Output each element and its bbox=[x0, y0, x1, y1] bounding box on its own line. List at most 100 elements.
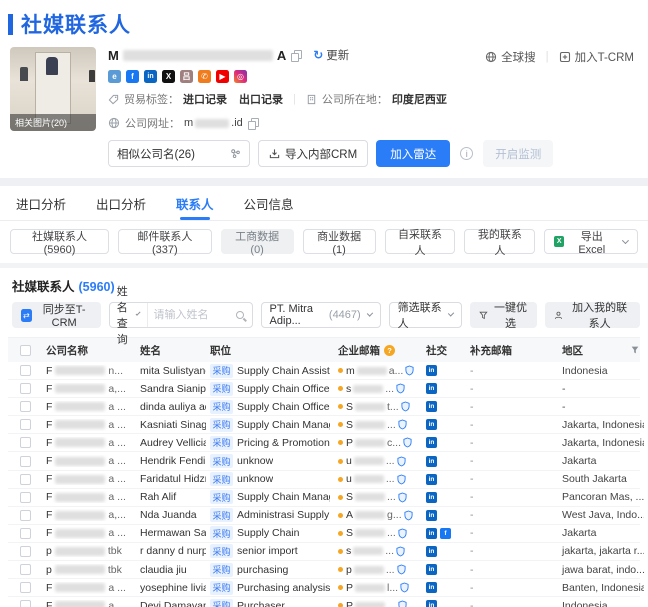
x-icon[interactable]: X bbox=[162, 70, 175, 83]
linkedin-icon[interactable] bbox=[426, 473, 437, 485]
row-checkbox[interactable] bbox=[19, 491, 31, 503]
export-excel-button[interactable]: X 导出 Excel bbox=[544, 229, 638, 256]
linkedin-icon[interactable] bbox=[426, 509, 437, 521]
contact-source-button[interactable]: 商业数据(1) bbox=[302, 229, 376, 256]
site-prefix[interactable]: m bbox=[184, 117, 193, 129]
one-click-optimize-button[interactable]: 一键优选 bbox=[469, 302, 538, 330]
phone-icon[interactable]: ✆ bbox=[198, 70, 211, 83]
help-icon[interactable]: ? bbox=[384, 344, 395, 356]
verified-shield-icon[interactable] bbox=[396, 546, 405, 557]
row-checkbox[interactable] bbox=[19, 509, 31, 521]
name-search-input[interactable] bbox=[147, 309, 236, 321]
verified-shield-icon[interactable] bbox=[401, 401, 410, 412]
verified-shield-icon[interactable] bbox=[398, 419, 407, 430]
row-checkbox[interactable] bbox=[19, 365, 31, 377]
verified-shield-icon[interactable] bbox=[404, 510, 413, 521]
row-checkbox[interactable] bbox=[19, 437, 31, 449]
contact-source-button[interactable]: 自采联系人 bbox=[384, 229, 456, 257]
linkedin-icon[interactable] bbox=[426, 455, 437, 467]
import-crm-button[interactable]: 导入内部CRM bbox=[258, 140, 369, 167]
row-checkbox[interactable] bbox=[19, 419, 31, 431]
linkedin-icon[interactable] bbox=[426, 564, 437, 576]
select-all-checkbox[interactable] bbox=[19, 344, 31, 356]
linkedin-icon[interactable] bbox=[426, 401, 437, 413]
linkedin-icon[interactable] bbox=[426, 383, 437, 395]
youtube-icon[interactable]: ▶ bbox=[216, 70, 229, 83]
contact-source-button[interactable]: 我的联系人 bbox=[464, 229, 536, 257]
company-filter-select[interactable]: PT. Mitra Adip... (4467) bbox=[260, 302, 381, 328]
info-icon[interactable]: i bbox=[460, 147, 474, 160]
tab-item[interactable]: 出口分析 bbox=[96, 186, 146, 220]
row-checkbox[interactable] bbox=[19, 545, 31, 557]
tab-item[interactable]: 公司信息 bbox=[244, 186, 294, 220]
verified-shield-icon[interactable] bbox=[396, 383, 405, 394]
region-filter-icon[interactable] bbox=[630, 345, 640, 355]
region-cell: Jakarta bbox=[562, 527, 597, 540]
facebook-icon[interactable]: f bbox=[126, 70, 139, 83]
photo-count-badge[interactable]: 相关图片(20) bbox=[10, 114, 96, 131]
refresh-button[interactable]: ↻ 更新 bbox=[313, 47, 349, 63]
tab-item[interactable]: 进口分析 bbox=[16, 186, 66, 220]
linkedin-icon[interactable] bbox=[426, 491, 437, 503]
contact-filter-select[interactable]: 筛选联系人 bbox=[388, 302, 462, 330]
name-query-select[interactable]: 姓名查询 bbox=[110, 286, 148, 346]
search-icon[interactable] bbox=[235, 311, 244, 319]
verified-shield-icon[interactable] bbox=[400, 582, 409, 593]
copy-icon[interactable] bbox=[291, 49, 303, 62]
region-cell: West Java, Indo... bbox=[562, 509, 644, 522]
verified-shield-icon[interactable] bbox=[397, 564, 406, 575]
purchase-tag: 采购 bbox=[210, 399, 234, 414]
contact-source-button[interactable]: 社媒联系人(5960) bbox=[10, 229, 110, 256]
purchase-tag: 采购 bbox=[210, 562, 234, 577]
row-checkbox[interactable] bbox=[19, 383, 31, 395]
contact-source-button[interactable]: 邮件联系人(337) bbox=[118, 229, 212, 256]
blog-icon[interactable]: 吕 bbox=[180, 70, 193, 83]
verified-shield-icon[interactable] bbox=[398, 600, 407, 607]
linkedin-icon[interactable] bbox=[426, 600, 437, 607]
verified-shield-icon[interactable] bbox=[398, 528, 407, 539]
linkedin-icon[interactable] bbox=[426, 545, 437, 557]
row-checkbox[interactable] bbox=[19, 582, 31, 594]
redacted-company-name bbox=[55, 438, 106, 448]
linkedin-icon[interactable] bbox=[426, 437, 437, 449]
row-checkbox[interactable] bbox=[19, 527, 31, 539]
website-icon[interactable]: e bbox=[108, 70, 121, 83]
monitor-button[interactable]: 开启监测 bbox=[483, 140, 554, 167]
verified-shield-icon[interactable] bbox=[403, 437, 412, 448]
linkedin-icon[interactable] bbox=[426, 527, 437, 539]
facebook-icon[interactable] bbox=[440, 527, 451, 539]
sync-tcrm-button[interactable]: 同步至T-CRM bbox=[12, 302, 101, 329]
linkedin-icon[interactable] bbox=[426, 365, 437, 377]
row-checkbox[interactable] bbox=[19, 564, 31, 576]
company-photo[interactable]: 相关图片(20) bbox=[10, 47, 96, 131]
row-checkbox[interactable] bbox=[19, 600, 31, 607]
global-search-link[interactable]: 全球搜 bbox=[485, 49, 536, 65]
add-my-contacts-button[interactable]: 加入我的联系人 bbox=[545, 302, 640, 330]
verified-shield-icon[interactable] bbox=[398, 492, 407, 503]
copy-icon[interactable] bbox=[247, 117, 259, 130]
row-checkbox[interactable] bbox=[19, 401, 31, 413]
linkedin-icon[interactable]: in bbox=[144, 70, 157, 83]
join-radar-button[interactable]: 加入雷达 bbox=[376, 140, 451, 167]
join-tcrm-link[interactable]: 加入T-CRM bbox=[559, 49, 634, 65]
verified-shield-icon[interactable] bbox=[397, 474, 406, 485]
instagram-icon[interactable]: ◎ bbox=[234, 70, 247, 83]
name-search-group: 姓名查询 bbox=[108, 286, 253, 346]
row-checkbox[interactable] bbox=[19, 455, 31, 467]
contact-name: yosephine liviane bbox=[140, 581, 206, 594]
table-row: F a ... Faridatul Hidzroh 采购 unknow u ..… bbox=[8, 471, 640, 489]
purchase-tag: 采购 bbox=[210, 472, 234, 487]
verified-shield-icon[interactable] bbox=[405, 365, 414, 376]
purchase-tag: 采购 bbox=[210, 490, 234, 505]
company-cell: F a ... bbox=[46, 436, 126, 449]
position-cell: 采购 unknow bbox=[206, 472, 334, 487]
redacted-email bbox=[353, 384, 384, 393]
contact-source-button[interactable]: 工商数据(0) bbox=[220, 229, 294, 256]
row-checkbox[interactable] bbox=[19, 473, 31, 485]
tab-item[interactable]: 联系人 bbox=[176, 186, 214, 220]
site-suffix[interactable]: .id bbox=[231, 117, 243, 129]
verified-shield-icon[interactable] bbox=[397, 456, 406, 467]
linkedin-icon[interactable] bbox=[426, 419, 437, 431]
similar-companies-button[interactable]: 相似公司名(26) bbox=[108, 140, 250, 167]
linkedin-icon[interactable] bbox=[426, 582, 437, 594]
